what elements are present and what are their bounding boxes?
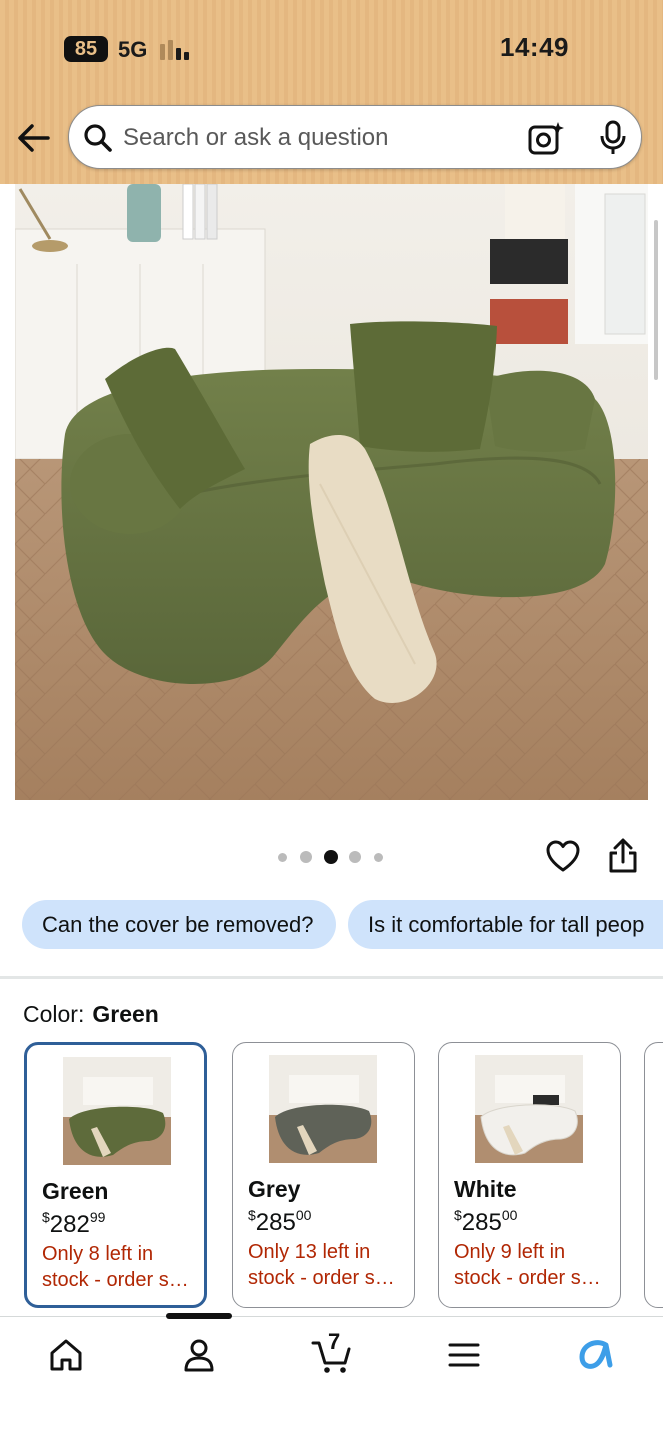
bottom-navigation: 7 — [0, 1313, 663, 1440]
stock-line-2: stock - order soon. — [454, 1267, 609, 1289]
camera-icon[interactable] — [527, 120, 565, 156]
pagination-dot[interactable] — [374, 853, 383, 862]
header: 85 5G 14:49 — [0, 0, 663, 184]
price-currency: $ — [248, 1207, 256, 1223]
color-option-green[interactable]: Green $28299 Only 8 left in stock - orde… — [24, 1042, 207, 1308]
home-icon[interactable] — [46, 1335, 86, 1375]
price-currency: $ — [454, 1207, 462, 1223]
stock-line-1: Only 9 left in — [454, 1241, 566, 1263]
stock-warning: Only 13 left in stock - order soon. — [248, 1239, 403, 1291]
color-option-white[interactable]: White $28500 Only 9 left in stock - orde… — [438, 1042, 621, 1308]
active-tab-indicator — [166, 1313, 232, 1319]
selected-color: Green — [92, 1001, 159, 1027]
network-label: 5G — [118, 37, 148, 62]
section-divider — [0, 976, 663, 979]
sofa-photo — [15, 184, 648, 800]
color-label-text: Color: — [23, 1001, 85, 1027]
pagination-dot-active[interactable] — [324, 850, 338, 864]
price-currency: $ — [42, 1209, 50, 1225]
color-option-price: $28299 — [42, 1209, 105, 1239]
color-option-price: $28500 — [248, 1207, 311, 1237]
color-option-name: White — [454, 1176, 517, 1202]
color-option-price: $28500 — [454, 1207, 517, 1237]
share-icon[interactable] — [608, 838, 638, 874]
arrow-left-icon — [18, 124, 50, 152]
cart-count: 7 — [328, 1329, 341, 1354]
color-option-name: Green — [42, 1178, 109, 1204]
price-whole: 285 — [461, 1209, 502, 1236]
price-fraction: 00 — [501, 1207, 518, 1223]
white-sofa-thumbnail — [475, 1055, 583, 1163]
menu-icon[interactable] — [444, 1335, 484, 1375]
stock-warning: Only 8 left in stock - order soon. — [42, 1241, 197, 1293]
heart-icon[interactable] — [546, 840, 580, 874]
battery-indicator: 85 — [64, 36, 108, 62]
rufus-icon[interactable] — [576, 1335, 616, 1375]
color-label: Color: Green — [23, 1001, 159, 1028]
search-icon — [84, 124, 112, 152]
search-bar[interactable] — [68, 105, 642, 169]
pagination-dot[interactable] — [349, 851, 361, 863]
back-button[interactable] — [14, 118, 54, 158]
price-whole: 282 — [49, 1211, 90, 1238]
cart-button[interactable]: 7 — [311, 1329, 355, 1375]
stock-line-1: Only 8 left in — [42, 1243, 154, 1265]
product-image[interactable] — [15, 184, 648, 800]
stock-line-2: stock - order soon. — [42, 1269, 197, 1291]
pagination-dot[interactable] — [300, 851, 312, 863]
product-page: 85 5G 14:49 Search or ask a question Can… — [0, 0, 663, 1440]
stock-line-2: stock - order soon. — [248, 1267, 403, 1289]
question-chip[interactable]: Can the cover be removed? — [22, 900, 336, 949]
grey-sofa-thumbnail — [269, 1055, 377, 1163]
price-fraction: 00 — [295, 1207, 312, 1223]
color-option-name: Grey — [248, 1176, 301, 1202]
account-icon[interactable] — [179, 1335, 219, 1375]
color-option-grey[interactable]: Grey $28500 Only 13 left in stock - orde… — [232, 1042, 415, 1308]
green-sofa-thumbnail — [63, 1057, 171, 1165]
price-whole: 285 — [255, 1209, 296, 1236]
search-input[interactable] — [123, 118, 503, 158]
clock: 14:49 — [500, 32, 569, 62]
status-bar: 85 5G 14:49 — [0, 0, 663, 96]
stock-warning: Only 9 left in stock - order soon. — [454, 1239, 609, 1291]
image-scroll-indicator — [654, 220, 658, 380]
microphone-icon[interactable] — [597, 120, 629, 156]
price-fraction: 99 — [89, 1209, 106, 1225]
signal-icon — [160, 38, 196, 60]
question-chip[interactable]: Is it comfortable for tall peop — [348, 900, 663, 949]
pagination-dot[interactable] — [278, 853, 287, 862]
color-option-more[interactable] — [644, 1042, 663, 1308]
stock-line-1: Only 13 left in — [248, 1241, 371, 1263]
